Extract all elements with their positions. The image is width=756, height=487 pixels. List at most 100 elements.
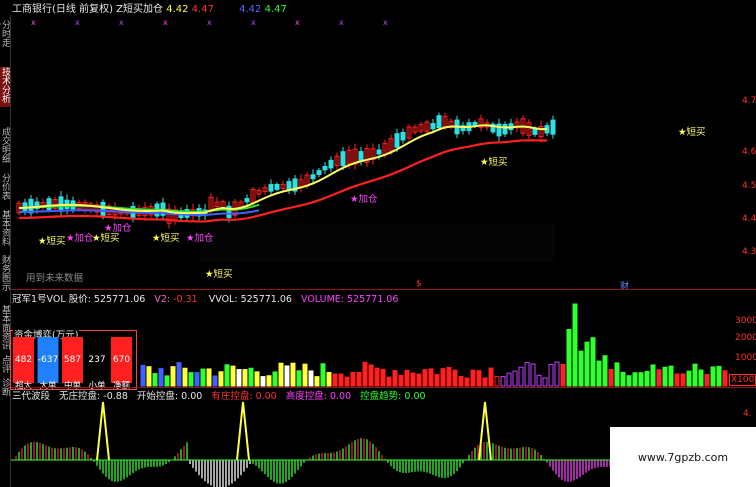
funds-game-box: 资金博弈(万元) 482 超大 -637 大单 587 中单 237 小单 670 净额 bbox=[10, 327, 137, 390]
volume-bar bbox=[650, 364, 656, 387]
side-tab-finance[interactable]: 财务图示 bbox=[0, 255, 10, 295]
volume-bar bbox=[500, 376, 506, 387]
volume-bar bbox=[638, 372, 644, 387]
volume-bar bbox=[314, 376, 320, 387]
candle-body bbox=[358, 151, 364, 162]
volume-bar bbox=[584, 341, 590, 387]
volume-bar bbox=[320, 363, 326, 387]
signal-short-buy: ★短买 bbox=[152, 233, 180, 244]
wave-peak bbox=[96, 401, 110, 461]
volume-bar bbox=[362, 361, 368, 387]
volume-bar bbox=[392, 370, 398, 387]
top-marker-x: x bbox=[207, 18, 212, 27]
candle-body bbox=[400, 131, 406, 141]
volume-bar bbox=[242, 369, 248, 387]
volume-bar bbox=[452, 369, 458, 387]
candle-body bbox=[502, 123, 508, 135]
volume-bar bbox=[674, 373, 680, 387]
funds-bar-value: 482 bbox=[15, 355, 32, 365]
signal-add-position: ★加仓 bbox=[104, 223, 132, 234]
volume-axis-label: 3000 bbox=[735, 316, 756, 326]
wave-peak bbox=[236, 401, 250, 461]
wave-axis-label: 4. bbox=[743, 409, 752, 419]
volume-bar bbox=[296, 370, 302, 387]
volume-bar bbox=[710, 366, 716, 387]
volume-bar bbox=[476, 370, 482, 387]
candle-body bbox=[436, 115, 442, 129]
side-tab-technical[interactable]: 技术分析 bbox=[0, 67, 10, 107]
volume-bar bbox=[440, 368, 446, 387]
volume-bar bbox=[404, 369, 410, 387]
volume-bar bbox=[308, 370, 314, 387]
volume-bar bbox=[170, 366, 176, 387]
side-tab-comment[interactable]: 点评 bbox=[0, 355, 10, 375]
top-marker-x: x bbox=[163, 18, 168, 27]
volume-bar bbox=[374, 367, 380, 387]
volume-bar bbox=[554, 361, 560, 387]
candle-body bbox=[310, 174, 316, 180]
side-tab-timeshare[interactable]: 分时走势 bbox=[0, 20, 10, 55]
volume-bar bbox=[704, 373, 710, 387]
volume-bar bbox=[464, 377, 470, 387]
volume-bar bbox=[608, 368, 614, 387]
future-data-note: 用到未来数据 bbox=[26, 273, 84, 284]
volume-bar bbox=[626, 375, 632, 387]
volume-bar bbox=[494, 375, 500, 387]
wave-peaks bbox=[96, 401, 492, 461]
volume-bar bbox=[158, 368, 164, 387]
candle-body bbox=[268, 184, 274, 192]
volume-bar bbox=[518, 366, 524, 387]
candle-body bbox=[340, 151, 346, 166]
volume-bar bbox=[716, 365, 722, 387]
side-tab-trades[interactable]: 成交明细 bbox=[0, 127, 10, 167]
volume-bar bbox=[284, 365, 290, 387]
top-markers: xxxxxxxxx bbox=[31, 18, 388, 27]
side-tab-price-table[interactable]: 分价表 bbox=[0, 173, 10, 203]
candle-body bbox=[376, 149, 382, 155]
signal-add-position: ★加仓 bbox=[66, 233, 94, 244]
candle-body bbox=[394, 133, 400, 148]
volume-bar bbox=[506, 372, 512, 387]
volume-bar bbox=[590, 337, 596, 387]
top-marker-x: x bbox=[251, 18, 256, 27]
side-tab-news[interactable]: 基本面资讯 bbox=[0, 305, 10, 350]
volume-bar bbox=[632, 372, 638, 387]
side-tab-basic-info[interactable]: 基本资料 bbox=[0, 210, 10, 250]
volume-bar bbox=[560, 363, 566, 387]
signal-short-buy: ★短买 bbox=[678, 127, 706, 138]
top-marker-x: x bbox=[383, 18, 388, 27]
volume-bar bbox=[332, 373, 338, 387]
volume-bar bbox=[530, 363, 536, 387]
volume-bar bbox=[206, 368, 212, 387]
volume-bar bbox=[194, 372, 200, 387]
volume-bar bbox=[566, 328, 572, 387]
volume-bar bbox=[386, 376, 392, 387]
signal-short-buy: ★短买 bbox=[38, 236, 66, 247]
volume-axis-label: 1000 bbox=[735, 353, 756, 363]
volume-bar bbox=[338, 373, 344, 387]
candle-body bbox=[274, 183, 280, 190]
candle-body bbox=[322, 165, 328, 171]
volume-bar bbox=[290, 362, 296, 387]
finance-marker: 财 bbox=[620, 282, 630, 292]
funds-bar-value: 237 bbox=[88, 355, 105, 365]
volume-bar bbox=[140, 364, 146, 387]
volume-bar bbox=[536, 374, 542, 387]
volume-bar bbox=[176, 362, 182, 387]
volume-bar bbox=[248, 367, 254, 387]
volume-bar bbox=[410, 372, 416, 387]
candle-body bbox=[430, 123, 436, 130]
ma-line-yellow bbox=[18, 124, 548, 215]
volume-bar bbox=[686, 370, 692, 387]
volume-bar bbox=[680, 373, 686, 387]
volume-bar bbox=[356, 371, 362, 387]
volume-bar bbox=[212, 375, 218, 387]
top-marker-x: x bbox=[295, 18, 300, 27]
price-axis-label: 4.3 bbox=[742, 247, 756, 257]
volume-bar bbox=[278, 362, 284, 387]
side-tab-diagnosis[interactable]: 诊断 bbox=[0, 378, 10, 398]
funds-bar-value: 670 bbox=[113, 355, 130, 365]
volume-bar bbox=[218, 371, 224, 387]
top-marker-x: x bbox=[31, 18, 36, 27]
volume-bar bbox=[344, 376, 350, 387]
